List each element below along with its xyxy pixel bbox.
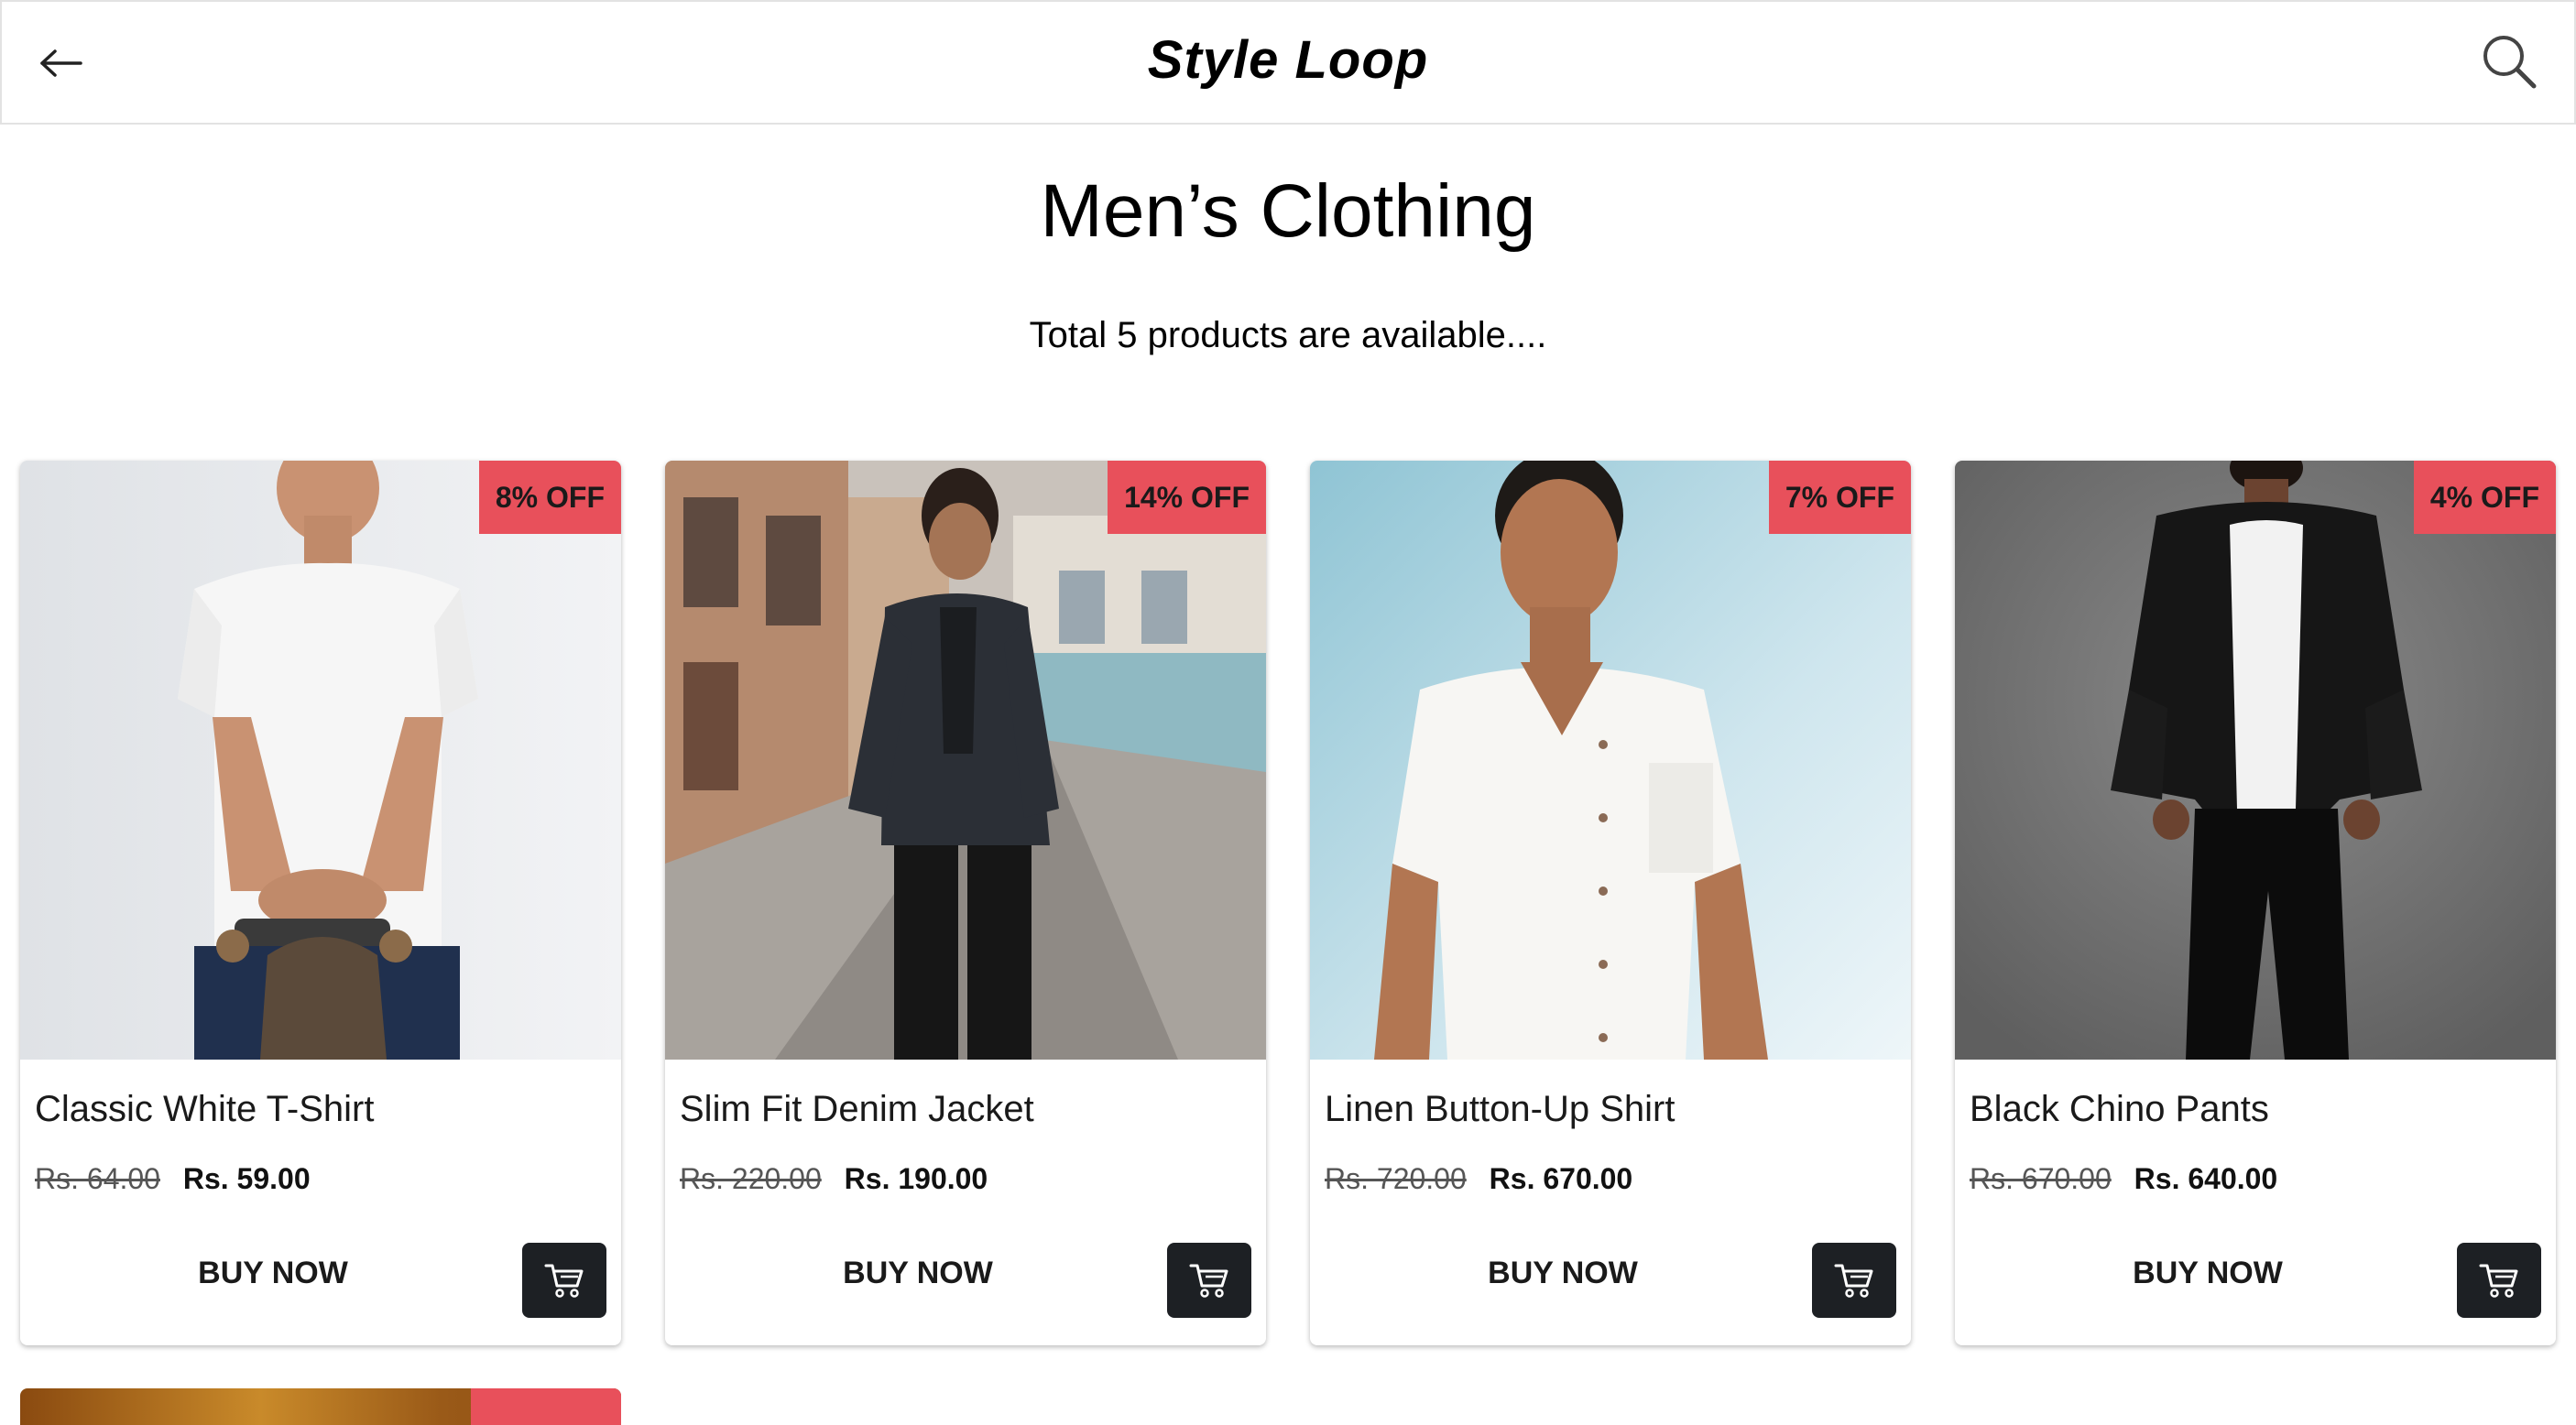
price-row: Rs. 64.00 Rs. 59.00 — [35, 1162, 311, 1196]
product-image[interactable] — [665, 461, 1266, 1060]
product-card[interactable]: 8% OFF Classic White T-Shirt Rs. 64.00 R… — [20, 461, 621, 1345]
discount-badge: 8% OFF — [478, 461, 621, 534]
add-to-cart-button[interactable] — [522, 1243, 606, 1318]
product-card[interactable]: 14% OFF Slim Fit Denim Jacket Rs. 220.00… — [665, 461, 1266, 1345]
original-price: Rs. 720.00 — [1325, 1162, 1467, 1195]
original-price: Rs. 220.00 — [680, 1162, 822, 1195]
sale-price: Rs. 640.00 — [2134, 1162, 2278, 1195]
buy-now-button[interactable]: BUY NOW — [1310, 1256, 1816, 1291]
cart-icon — [1834, 1264, 1873, 1298]
add-to-cart-button[interactable] — [1167, 1243, 1251, 1318]
top-app-bar: Style Loop — [0, 0, 2576, 125]
product-count-text: Total 5 products are available.... — [1029, 315, 1547, 355]
product-image[interactable] — [1310, 461, 1911, 1060]
page-title: Men’s Clothing — [1040, 169, 1536, 253]
discount-badge: 7% OFF — [1768, 461, 1911, 534]
original-price: Rs. 670.00 — [1970, 1162, 2112, 1195]
original-price: Rs. 64.00 — [35, 1162, 160, 1195]
discount-badge: 4% OFF — [2413, 461, 2556, 534]
sale-price: Rs. 670.00 — [1489, 1162, 1633, 1195]
buy-now-button[interactable]: BUY NOW — [1955, 1256, 2461, 1291]
brand-title: Style Loop — [1147, 30, 1429, 90]
product-card[interactable]: 7% OFF Linen Button-Up Shirt Rs. 720.00 … — [1310, 461, 1911, 1345]
product-image[interactable] — [1955, 461, 2556, 1060]
product-name[interactable]: Slim Fit Denim Jacket — [680, 1089, 1034, 1130]
price-row: Rs. 670.00 Rs. 640.00 — [1970, 1162, 2277, 1196]
cart-icon — [544, 1264, 584, 1298]
product-name[interactable]: Black Chino Pants — [1970, 1089, 2269, 1130]
product-name[interactable]: Classic White T-Shirt — [35, 1089, 374, 1130]
product-image[interactable] — [20, 461, 621, 1060]
price-row: Rs. 720.00 Rs. 670.00 — [1325, 1162, 1632, 1196]
search-icon — [2483, 36, 2537, 89]
sale-price: Rs. 59.00 — [182, 1162, 311, 1195]
sale-price: Rs. 190.00 — [844, 1162, 988, 1195]
discount-badge: 14% OFF — [1108, 461, 1266, 534]
add-to-cart-button[interactable] — [1812, 1243, 1896, 1318]
product-card-partial[interactable] — [20, 1388, 621, 1425]
cart-icon — [2479, 1264, 2518, 1298]
price-row: Rs. 220.00 Rs. 190.00 — [680, 1162, 988, 1196]
product-card[interactable]: 4% OFF Black Chino Pants Rs. 670.00 Rs. … — [1955, 461, 2556, 1345]
buy-now-button[interactable]: BUY NOW — [665, 1256, 1171, 1291]
search-button[interactable] — [2477, 29, 2541, 93]
buy-now-button[interactable]: BUY NOW — [20, 1256, 526, 1291]
discount-badge — [471, 1388, 621, 1425]
cart-icon — [1189, 1264, 1228, 1298]
add-to-cart-button[interactable] — [2457, 1243, 2541, 1318]
product-name[interactable]: Linen Button-Up Shirt — [1325, 1089, 1675, 1130]
